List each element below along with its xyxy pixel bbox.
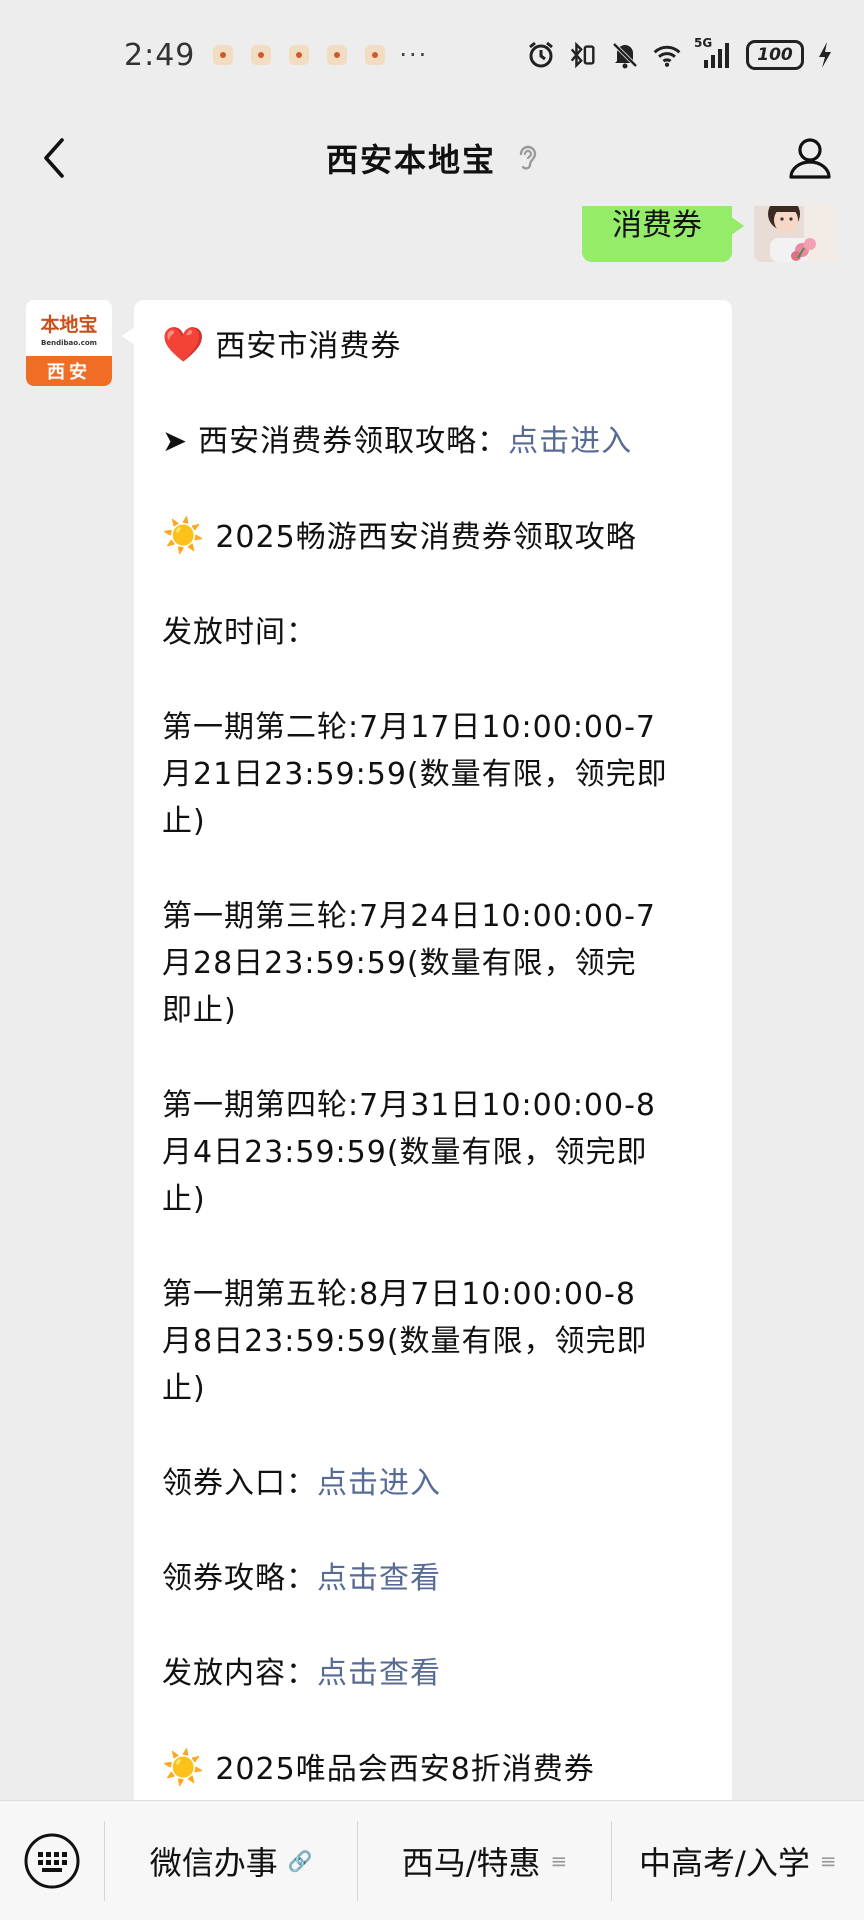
chevron-left-icon bbox=[44, 138, 64, 178]
submenu-icon: ≡ bbox=[819, 1848, 837, 1873]
tour-guide-line[interactable]: ☀️ 2025畅游西安消费券领取攻略 bbox=[162, 513, 704, 561]
sent-message-row: 消费券 bbox=[582, 206, 840, 274]
status-bar: 2:49 ··· 5G 100 bbox=[0, 0, 864, 110]
charging-bolt-icon bbox=[816, 40, 834, 70]
entry-line: 领券入口：点击进入 bbox=[162, 1466, 441, 1501]
battery-indicator: 100 bbox=[746, 40, 804, 70]
network-type: 5G bbox=[694, 36, 713, 50]
logo-city: 西安 bbox=[26, 356, 112, 386]
guide-line: ➤ 西安消费券领取攻略：点击进入 bbox=[162, 418, 704, 465]
app-notification-icon bbox=[365, 45, 386, 65]
chat-header: 西安本地宝 bbox=[0, 110, 864, 206]
person-icon bbox=[789, 138, 831, 179]
guide-link[interactable]: 点击进入 bbox=[508, 424, 632, 459]
profile-button[interactable] bbox=[782, 130, 838, 186]
sent-message-text: 消费券 bbox=[612, 208, 702, 243]
menu-item-marathon-deals[interactable]: 西马/特惠 ≡ bbox=[358, 1801, 610, 1920]
app-notification-icon bbox=[327, 45, 348, 65]
entry-link[interactable]: 点击进入 bbox=[317, 1466, 441, 1501]
round-block: 第一期第二轮:7月17日10:00:00-7 月21日23:59:59(数量有限… bbox=[162, 710, 668, 839]
heart-icon: ❤️ bbox=[162, 325, 206, 365]
vip-coupon-line[interactable]: ☀️ 2025唯品会西安8折消费券 bbox=[162, 1745, 704, 1793]
menu-item-exams-enrollment[interactable]: 中高考/入学 ≡ bbox=[612, 1801, 864, 1920]
notification-icons bbox=[213, 45, 386, 65]
back-button[interactable] bbox=[28, 132, 80, 184]
more-notifications: ··· bbox=[399, 41, 429, 69]
link-icon: 🔗 bbox=[287, 1848, 313, 1873]
received-message-bubble[interactable]: ❤️ 西安市消费券 ➤ 西安消费券领取攻略：点击进入 ☀️ 2025畅游西安消费券领取… bbox=[122, 300, 732, 1800]
ear-icon bbox=[519, 145, 537, 170]
arrow-icon: ➤ bbox=[162, 424, 189, 459]
chat-area[interactable]: 消费券 本地宝 Bendibao.com 西安 ❤️ 西安市消费券 ➤ 西安消费… bbox=[0, 206, 864, 1800]
content-line: 发放内容：点击查看 bbox=[162, 1656, 441, 1691]
logo-url: Bendibao.com bbox=[41, 338, 97, 347]
received-message-row: 本地宝 Bendibao.com 西安 ❤️ 西安市消费券 ➤ 西安消费券领取攻略：… bbox=[26, 300, 732, 1800]
alarm-icon bbox=[526, 40, 556, 70]
status-time: 2:49 bbox=[124, 37, 196, 73]
chat-title: 西安本地宝 bbox=[325, 141, 496, 179]
menu-item-wechat-services[interactable]: 微信办事 🔗 bbox=[105, 1801, 357, 1920]
app-notification-icon bbox=[213, 45, 234, 65]
strategy-line: 领券攻略：点击查看 bbox=[162, 1561, 441, 1596]
keyboard-icon bbox=[24, 1833, 80, 1888]
sun-icon: ☀️ bbox=[162, 516, 206, 556]
system-status-icons: 5G 100 bbox=[526, 36, 834, 70]
app-notification-icon bbox=[251, 45, 272, 65]
mute-bell-icon bbox=[610, 40, 640, 70]
strategy-link[interactable]: 点击查看 bbox=[317, 1561, 441, 1596]
logo-brand: 本地宝 bbox=[40, 313, 98, 336]
bottom-menu-bar: 微信办事 🔗 西马/特惠 ≡ 中高考/入学 ≡ bbox=[0, 1800, 864, 1920]
cellular-signal-icon: 5G bbox=[694, 36, 734, 70]
sent-message-bubble[interactable]: 消费券 bbox=[582, 206, 744, 262]
bendibao-logo: 本地宝 Bendibao.com bbox=[26, 300, 112, 356]
message-heading: ❤️ 西安市消费券 bbox=[162, 322, 704, 370]
round-block: 第一期第五轮:8月7日10:00:00-8 月8日23:59:59(数量有限，领… bbox=[162, 1277, 648, 1406]
bluetooth-vibrate-icon bbox=[568, 40, 598, 70]
self-avatar[interactable] bbox=[754, 206, 840, 262]
app-notification-icon bbox=[289, 45, 310, 65]
round-block: 第一期第四轮:7月31日10:00:00-8 月4日23:59:59(数量有限，… bbox=[162, 1088, 657, 1217]
sun-icon: ☀️ bbox=[162, 1748, 206, 1788]
submenu-icon: ≡ bbox=[550, 1848, 568, 1873]
release-time-label: 发放时间： bbox=[162, 615, 317, 650]
content-link[interactable]: 点击查看 bbox=[317, 1656, 441, 1691]
bot-avatar[interactable]: 本地宝 Bendibao.com 西安 bbox=[26, 300, 112, 386]
round-block: 第一期第三轮:7月24日10:00:00-7 月28日23:59:59(数量有限… bbox=[162, 899, 657, 1028]
wifi-icon bbox=[652, 40, 682, 70]
keyboard-toggle-button[interactable] bbox=[0, 1801, 104, 1920]
